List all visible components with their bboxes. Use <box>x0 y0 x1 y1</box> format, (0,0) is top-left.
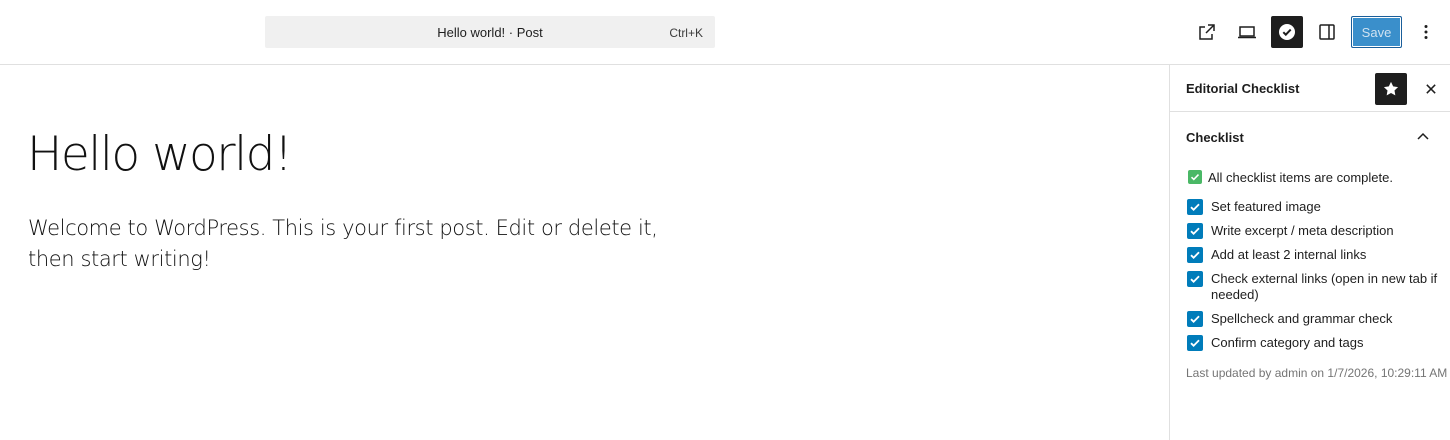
checkbox[interactable] <box>1187 199 1203 215</box>
external-link-icon <box>1199 24 1215 40</box>
settings-sidebar-toggle[interactable] <box>1311 16 1343 48</box>
star-icon <box>1383 81 1399 96</box>
checklist-item[interactable]: Set featured image <box>1187 199 1443 215</box>
check-circle-icon <box>1279 24 1295 40</box>
sidebar-header: Editorial Checklist <box>1170 65 1450 112</box>
sidebar-title: Editorial Checklist <box>1186 81 1300 96</box>
checklist-item-label: Set featured image <box>1211 199 1321 214</box>
checklist-item-label: Spellcheck and grammar check <box>1211 311 1393 326</box>
editorial-checklist-toggle[interactable] <box>1271 16 1303 48</box>
checkbox[interactable] <box>1187 223 1203 239</box>
sidebar-toggle-icon <box>1319 24 1335 40</box>
editorial-checklist-sidebar: Editorial Checklist Checklist All checkl… <box>1169 65 1450 440</box>
close-icon <box>1426 84 1436 94</box>
document-title: Hello world! · Post <box>437 25 543 40</box>
checklist-item-label: Check external links (open in new tab if… <box>1211 271 1438 302</box>
checklist-item-label: Add at least 2 internal links <box>1211 247 1367 262</box>
command-palette-button[interactable]: Hello world! · Post Ctrl+K <box>265 16 715 48</box>
status-message: All checklist items are complete. <box>1208 169 1393 185</box>
checklist-item[interactable]: Write excerpt / meta description <box>1187 223 1443 239</box>
vertical-ellipsis-icon <box>1424 25 1428 39</box>
editor-header: Hello world! · Post Ctrl+K Save <box>0 0 1450 65</box>
post-title[interactable]: Hello world! <box>27 127 293 182</box>
panel-title: Checklist <box>1186 130 1244 145</box>
checklist-item-label: Write excerpt / meta description <box>1211 223 1394 238</box>
checklist-status: All checklist items are complete. <box>1188 169 1393 185</box>
checklist-item[interactable]: Add at least 2 internal links <box>1187 247 1443 263</box>
close-sidebar-button[interactable] <box>1415 73 1447 105</box>
chevron-up-icon <box>1417 132 1429 140</box>
checklist-item[interactable]: Spellcheck and grammar check <box>1187 311 1443 327</box>
keyboard-shortcut: Ctrl+K <box>669 26 703 40</box>
checklist-panel-toggle[interactable]: Checklist <box>1170 113 1450 161</box>
checkbox[interactable] <box>1187 247 1203 263</box>
checklist-item[interactable]: Check external links (open in new tab if… <box>1187 271 1443 303</box>
options-menu-button[interactable] <box>1410 16 1442 48</box>
checklist-item[interactable]: Confirm category and tags <box>1187 335 1443 351</box>
editor-canvas: Hello world! Welcome to WordPress. This … <box>0 65 1169 440</box>
last-updated-text: Last updated by admin on 1/7/2026, 10:29… <box>1186 366 1448 380</box>
checklist-items: Set featured image Write excerpt / meta … <box>1187 199 1443 359</box>
pin-sidebar-button[interactable] <box>1375 73 1407 105</box>
checklist-item-label: Confirm category and tags <box>1211 335 1364 350</box>
checkbox[interactable] <box>1187 271 1203 287</box>
laptop-icon <box>1238 26 1256 39</box>
preview-button[interactable] <box>1231 16 1263 48</box>
paragraph-block[interactable]: Welcome to WordPress. This is your first… <box>28 213 668 275</box>
checkbox[interactable] <box>1187 311 1203 327</box>
save-button[interactable]: Save <box>1351 16 1402 48</box>
check-mark-icon <box>1188 170 1202 184</box>
checkbox[interactable] <box>1187 335 1203 351</box>
view-post-button[interactable] <box>1191 16 1223 48</box>
